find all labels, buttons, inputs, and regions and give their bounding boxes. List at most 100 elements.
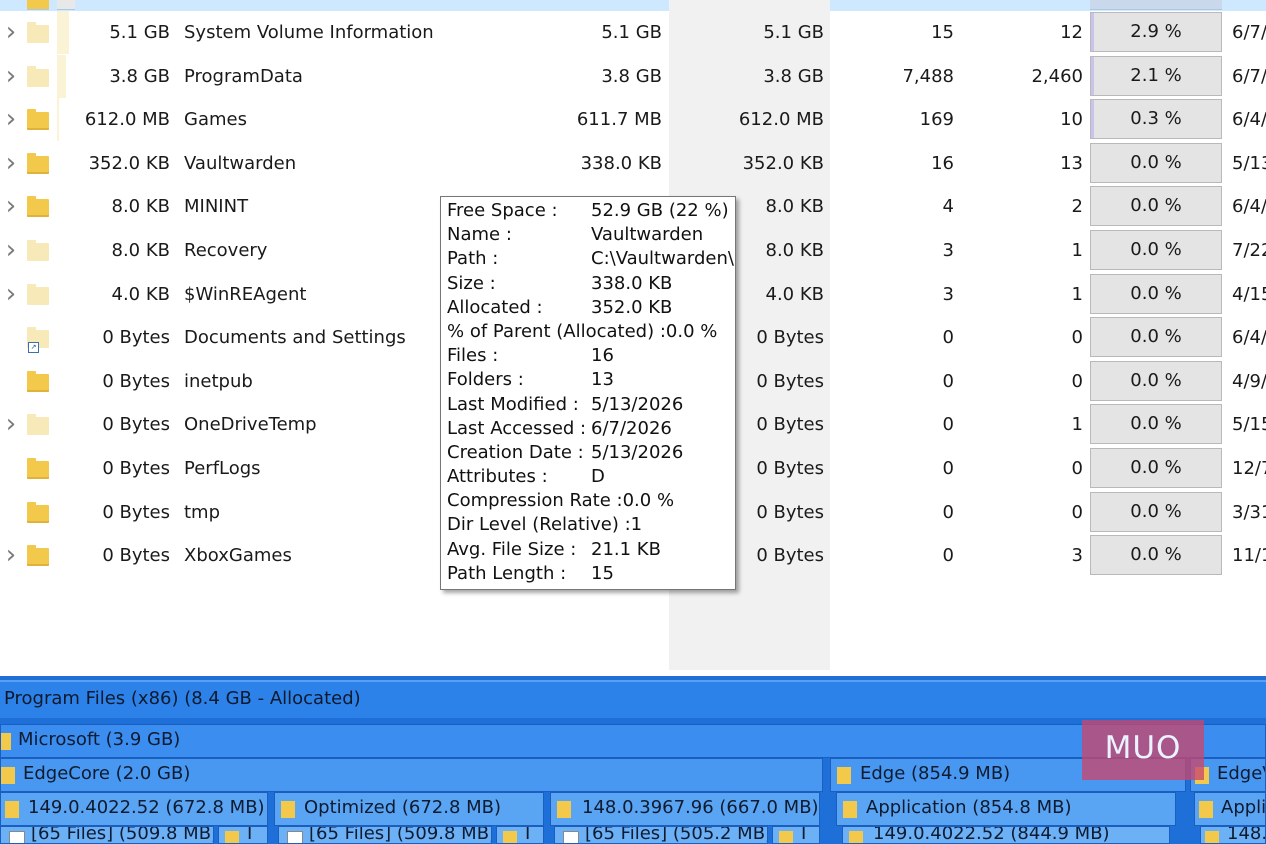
tooltip-row: Dir Level (Relative) :1 [447,513,735,537]
list-row[interactable]: › 352.0 KB Vaultwarden 338.0 KB 352.0 KB 16 13… [0,142,1266,186]
percent-value: 2.9 % [1130,21,1182,42]
expand-chevron-icon[interactable]: › [3,142,19,185]
treemap-block-appli[interactable]: Appli [1194,792,1266,826]
tooltip-value: Vaultwarden [591,224,704,246]
last-modified-value: 3/31 [1232,501,1266,523]
size-value: 4.0 KB [111,283,171,305]
list-row[interactable]: › 5.1 GB System Volume Information 5.1 GB 5.… [0,11,1266,55]
treemap-block-version-2[interactable]: 148.0.3967.96 (667.0 MB) [550,792,820,826]
tooltip-value: 352.0 KB [591,296,673,318]
tooltip-key: Path : [447,248,499,270]
list-row[interactable]: › 3.8 GB ProgramData 3.8 GB 3.8 GB 7,488 2,460… [0,54,1266,99]
treemap-block-version-4[interactable]: 148.0 [1200,826,1266,844]
last-modified-value: 11/1 [1232,545,1266,567]
treemap-label: [65 Files] (509.8 MB) [31,826,214,844]
size-column-value: 611.7 MB [576,109,662,131]
percent-value: 0.0 % [1130,195,1182,217]
percent-of-parent: 0.0 % [1090,230,1222,270]
expand-chevron-icon [3,447,19,490]
tooltip-value: 16 [591,345,614,367]
folder-icon [27,152,49,174]
watermark-logo: MUO [1082,720,1204,780]
treemap-block-truncated-1[interactable]: I [218,826,268,844]
expand-chevron-icon[interactable]: › [3,185,19,228]
folders-count: 2,460 [1031,65,1083,87]
percent-value: 0.0 % [1130,500,1182,522]
folder-name[interactable]: MININT [184,185,248,228]
folder-icon [27,109,49,131]
treemap-block-truncated-2[interactable]: I [496,826,544,844]
treemap-block-files-3[interactable]: [65 Files] (505.2 MB) [554,826,768,844]
tooltip-row: Compression Rate :0.0 % [447,489,735,513]
last-modified-value: 4/15 [1232,283,1266,305]
files-count: 0 [942,414,954,436]
folder-icon [27,22,49,43]
expand-chevron-icon [3,491,19,534]
folders-count: 12 [1060,22,1083,43]
folder-icon [27,501,49,523]
tooltip-value: D [591,466,605,488]
tooltip-value: 6/7/2026 [591,417,672,439]
folder-name[interactable]: inetpub [184,360,253,403]
treemap-block-version-3[interactable]: 149.0.4022.52 (844.9 MB) [842,826,1170,844]
last-modified-value: 12/7 [1232,458,1266,479]
folder-name[interactable]: ProgramData [184,55,303,98]
treemap-label: Optimized (672.8 MB) [304,797,502,818]
folder-name[interactable]: OneDriveTemp [184,403,317,446]
folder-name[interactable]: tmp [184,491,220,534]
expand-chevron-icon[interactable]: › [3,98,19,141]
expand-chevron-icon[interactable]: › [3,229,19,272]
tooltip-row: Folders : 13 [447,368,735,392]
folder-name[interactable]: Recovery [184,229,267,272]
size-value: 8.0 KB [111,196,171,218]
tooltip-key: Files : [447,345,499,367]
treemap-block-microsoft[interactable]: Microsoft (3.9 GB) [0,724,1266,758]
treemap-label: 148.0 [1227,826,1265,844]
expand-chevron-icon[interactable]: › [3,534,19,577]
expand-chevron-icon[interactable]: › [3,403,19,446]
files-count: 7,488 [902,65,954,87]
treemap-block-version-1[interactable]: 149.0.4022.52 (672.8 MB) [0,792,268,826]
treemap-block-files-2[interactable]: [65 Files] (509.8 MB) [278,826,492,844]
files-count: 169 [919,109,954,131]
tooltip-row: Avg. File Size : 21.1 KB [447,538,735,562]
size-value: 0 Bytes [102,458,170,479]
files-count: 3 [942,283,954,305]
folders-count: 1 [1071,283,1083,305]
tooltip-key: Last Accessed : [447,417,587,439]
expand-chevron-icon[interactable]: › [3,55,19,98]
folder-name[interactable]: Vaultwarden [184,142,296,185]
treemap[interactable]: Program Files (x86) (8.4 GB - Allocated)… [0,676,1266,844]
treemap-block-application[interactable]: Application (854.8 MB) [836,792,1176,826]
treemap-block-truncated-3[interactable]: I [772,826,820,844]
treemap-block-edgecore[interactable]: EdgeCore (2.0 GB) [0,758,823,792]
tooltip-value: 5/13/2026 [591,393,684,415]
last-modified-value: 6/7/ [1232,22,1266,43]
expand-chevron-icon[interactable]: › [3,11,19,54]
tooltip-key: Attributes : [447,466,548,488]
folder-icon [281,801,295,818]
folder-name[interactable]: Games [184,98,247,141]
folder-name[interactable]: System Volume Information [184,11,434,54]
treemap-block-optimized[interactable]: Optimized (672.8 MB) [274,792,544,826]
files-count: 16 [931,152,954,174]
folder-name[interactable]: Documents and Settings [184,316,406,359]
folders-count: 0 [1071,370,1083,392]
treemap-block-files-1[interactable]: [65 Files] (509.8 MB) [0,826,214,844]
folder-name[interactable]: XboxGames [184,534,292,577]
last-modified-value: 7/22 [1232,240,1266,261]
tooltip-value: C:\Vaultwarden\ [591,248,734,270]
allocated-value: 3.8 GB [763,65,824,87]
percent-of-parent: 0.0 % [1090,273,1222,314]
files-count: 3 [942,240,954,261]
folder-name[interactable]: PerfLogs [184,447,261,490]
expand-chevron-icon[interactable]: › [3,273,19,316]
percent-value: 0.0 % [1130,413,1182,435]
folder-icon [27,65,49,87]
folder-name[interactable]: $WinREAgent [184,273,306,316]
folder-icon [1205,831,1219,843]
files-count: 0 [942,501,954,523]
list-row[interactable]: › 612.0 MB Games 611.7 MB 612.0 MB 169 10 0.3 %… [0,98,1266,142]
last-modified-value: 6/4/ [1232,196,1266,218]
percent-of-parent: 0.0 % [1090,404,1222,445]
